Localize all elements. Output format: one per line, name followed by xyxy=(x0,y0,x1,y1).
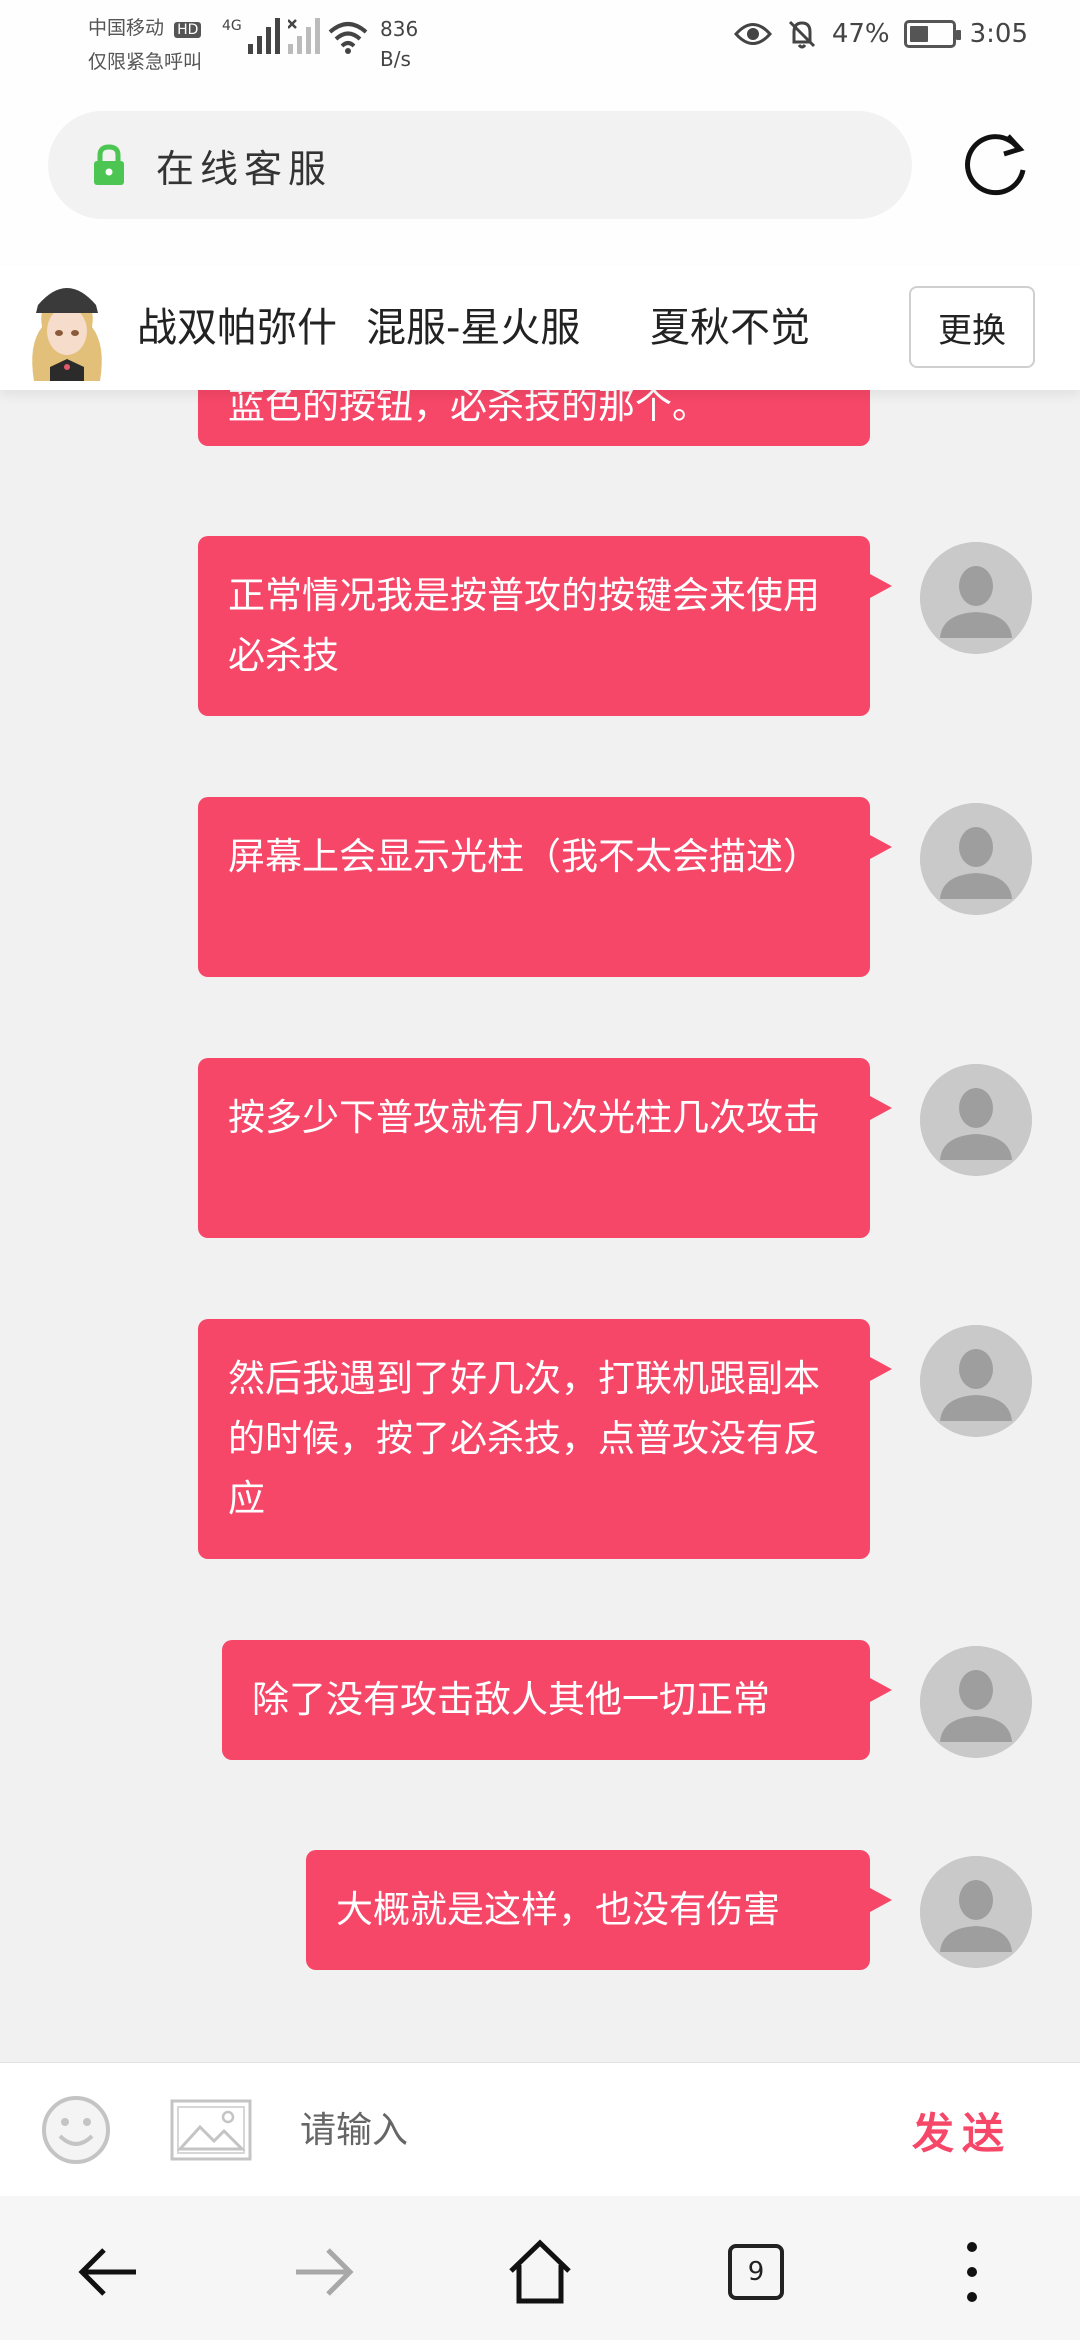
carrier-name: 中国移动 xyxy=(88,17,165,39)
forward-arrow-icon xyxy=(296,2248,354,2296)
home-icon xyxy=(509,2239,571,2304)
tab-count: 9 xyxy=(728,2244,784,2300)
character-avatar xyxy=(24,275,110,381)
user-avatar xyxy=(920,1646,1032,1758)
status-right: 47% 3:05 xyxy=(733,18,1028,50)
message-bubble: 然后我遇到了好几次，打联机跟副本的时候，按了必杀技，点普攻没有反应 xyxy=(198,1319,892,1559)
network-speed-unit: B/s xyxy=(380,47,411,71)
message-text: 蓝色的按钮，必杀技的那个。 xyxy=(228,390,709,427)
browser-nav-bar: 9 xyxy=(0,2196,1080,2340)
emergency-only-label: 仅限紧急呼叫 xyxy=(88,51,203,73)
signal-strength-icon xyxy=(247,18,280,54)
more-vertical-icon xyxy=(967,2242,977,2302)
menu-button[interactable] xyxy=(932,2232,1012,2312)
clock: 3:05 xyxy=(969,19,1028,49)
role-name: 夏秋不觉 xyxy=(650,305,810,351)
message-text: 除了没有攻击敌人其他一切正常 xyxy=(252,1678,770,1721)
refresh-icon xyxy=(965,134,1026,196)
network-speed: 836 B/s xyxy=(380,14,418,74)
message-bubble: 正常情况我是按普攻的按键会来使用必杀技 xyxy=(198,536,892,716)
server-name: 混服-星火服 xyxy=(366,305,581,351)
smiley-icon xyxy=(42,2096,110,2164)
signal-no-service-icon xyxy=(287,18,320,54)
eye-icon xyxy=(733,23,772,45)
image-button[interactable] xyxy=(170,2099,252,2161)
bell-muted-icon xyxy=(788,20,815,49)
back-arrow-icon xyxy=(78,2248,136,2296)
home-button[interactable] xyxy=(500,2232,580,2312)
user-avatar xyxy=(920,1856,1032,1968)
message-bubble: 按多少下普攻就有几次光柱几次攻击 xyxy=(198,1058,892,1238)
game-name: 战双帕弥什 xyxy=(137,305,337,351)
emoji-button[interactable] xyxy=(40,2094,112,2166)
user-avatar xyxy=(920,803,1032,915)
tabs-button[interactable]: 9 xyxy=(716,2232,796,2312)
network-speed-value: 836 xyxy=(380,17,419,41)
chat-header: 战双帕弥什 混服-星火服 夏秋不觉 更换 xyxy=(0,265,1080,390)
message-text: 按多少下普攻就有几次光柱几次攻击 xyxy=(228,1096,820,1139)
message-text: 屏幕上会显示光柱（我不太会描述） xyxy=(228,835,820,878)
message-bubble: 蓝色的按钮，必杀技的那个。 xyxy=(198,390,870,446)
signal-icons: 4G xyxy=(222,18,368,54)
screen: 中国移动 HD 仅限紧急呼叫 4G 836 B/s 47% 3:05 在线客服 … xyxy=(0,0,1080,2340)
lock-icon xyxy=(94,144,124,185)
change-button[interactable]: 更换 xyxy=(909,286,1035,368)
refresh-button[interactable] xyxy=(958,128,1032,202)
message-bubble: 除了没有攻击敌人其他一切正常 xyxy=(222,1640,892,1760)
url-field[interactable]: 在线客服 xyxy=(48,111,912,219)
message-bubble: 屏幕上会显示光柱（我不太会描述） xyxy=(198,797,892,977)
wifi-icon xyxy=(328,22,368,54)
network-type-label: 4G xyxy=(222,18,242,34)
carrier-info: 中国移动 HD 仅限紧急呼叫 xyxy=(88,12,202,78)
message-input[interactable] xyxy=(300,2093,860,2167)
image-icon xyxy=(170,2099,252,2161)
message-bubble: 大概就是这样，也没有伤害 xyxy=(306,1850,892,1970)
message-text: 然后我遇到了好几次，打联机跟副本的时候，按了必杀技，点普攻没有反应 xyxy=(228,1357,820,1520)
user-avatar xyxy=(920,542,1032,654)
message-input-bar: 发送 xyxy=(0,2062,1080,2196)
back-button[interactable] xyxy=(68,2232,148,2312)
hd-badge: HD xyxy=(174,22,202,38)
message-text: 大概就是这样，也没有伤害 xyxy=(336,1888,780,1931)
user-avatar xyxy=(920,1064,1032,1176)
message-text: 正常情况我是按普攻的按键会来使用必杀技 xyxy=(228,574,820,677)
battery-icon xyxy=(903,20,961,48)
battery-fill xyxy=(909,26,929,42)
page-title: 在线客服 xyxy=(156,146,333,191)
message-list[interactable]: 蓝色的按钮，必杀技的那个。 正常情况我是按普攻的按键会来使用必杀技 屏幕上会显示… xyxy=(0,390,1080,2062)
battery-percent: 47% xyxy=(831,19,890,49)
forward-button[interactable] xyxy=(284,2232,364,2312)
user-avatar xyxy=(920,1325,1032,1437)
browser-address-bar: 在线客服 xyxy=(0,95,1080,265)
status-bar: 中国移动 HD 仅限紧急呼叫 4G 836 B/s 47% 3:05 xyxy=(0,0,1080,95)
send-button[interactable]: 发送 xyxy=(912,2093,1012,2167)
